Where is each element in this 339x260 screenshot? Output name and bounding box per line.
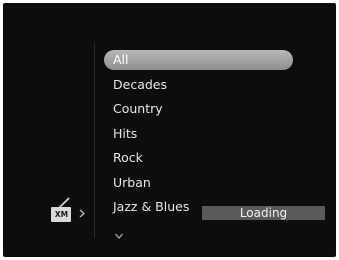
- category-item-rock[interactable]: Rock: [104, 148, 293, 168]
- radio-browse-screen: All Decades Country Hits Rock Urban Jazz…: [3, 3, 336, 257]
- category-item-country[interactable]: Country: [104, 99, 293, 119]
- xm-logo-text: XM: [54, 210, 69, 219]
- category-menu: All Decades Country Hits Rock Urban Jazz…: [104, 50, 293, 222]
- chevron-down-icon[interactable]: [114, 231, 124, 241]
- category-item-hits[interactable]: Hits: [104, 124, 293, 144]
- chevron-right-icon[interactable]: [79, 209, 85, 218]
- panel-divider: [94, 43, 95, 238]
- loading-status-text: Loading: [239, 206, 288, 220]
- category-item-urban[interactable]: Urban: [104, 173, 293, 193]
- category-item-decades[interactable]: Decades: [104, 75, 293, 95]
- loading-status-bar: Loading: [202, 206, 325, 220]
- xm-radio-icon: XM: [51, 197, 77, 225]
- category-item-all[interactable]: All: [104, 50, 293, 70]
